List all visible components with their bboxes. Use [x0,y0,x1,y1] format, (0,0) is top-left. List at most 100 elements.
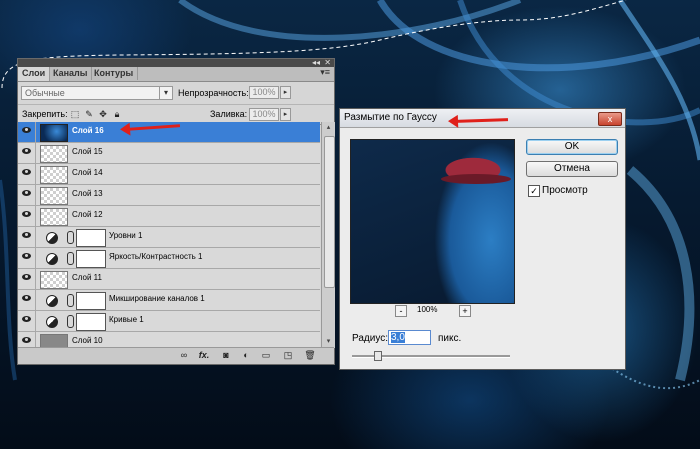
eye-icon[interactable] [18,248,36,268]
opacity-field[interactable]: 100% [249,86,279,99]
layer-mask-thumbnail[interactable] [76,229,106,247]
layer-name: Кривые 1 [109,315,144,324]
fill-slider-button[interactable]: ▸ [280,108,291,121]
blend-mode-value: Обычные [25,88,65,98]
scroll-thumb[interactable] [324,136,335,288]
layer-list: Слой 16 Слой 15 Слой 14 Слой 13 Слой 12 Уровн… [18,122,320,348]
layer-name: Уровни 1 [109,231,143,240]
layer-row[interactable]: Слой 12 [18,206,320,227]
scroll-down-icon[interactable]: ▾ [323,337,334,347]
tab-channels[interactable]: Каналы [49,67,93,80]
lock-transparency-icon[interactable]: ⬚ [70,109,80,119]
chain-link-icon[interactable] [67,252,74,265]
eye-icon[interactable] [18,332,36,348]
opacity-slider-button[interactable]: ▸ [280,86,291,99]
close-button[interactable]: x [598,112,622,126]
layer-row[interactable]: Слой 15 [18,143,320,164]
adjustment-layer-icon [46,295,58,307]
adjustment-layer-icon [46,253,58,265]
layer-row[interactable]: Уровни 1 [18,227,320,248]
zoom-in-button[interactable]: + [459,305,471,317]
tab-layers[interactable]: Слои [18,67,51,81]
layer-row[interactable]: Яркость/Контрастность 1 [18,248,320,269]
layer-thumbnail[interactable] [40,271,68,289]
layers-panel: ◂◂ ✕ Слои Каналы Контуры ▾≡ Обычные ▾ Не… [17,58,335,365]
blend-mode-select[interactable]: Обычные ▾ [21,86,173,100]
fx-icon[interactable]: fx. [198,350,210,360]
lock-image-icon[interactable]: ✎ [84,109,94,119]
trash-icon[interactable]: 🗑︎ [304,350,316,361]
eye-icon[interactable] [18,269,36,289]
layer-name: Слой 13 [72,189,103,198]
eye-icon[interactable] [18,122,36,142]
zoom-control: - 100% + [395,305,475,317]
layers-bottom-bar: ∞ fx. ◙ ◐ ▭ ◳ 🗑︎ [18,347,334,364]
layer-thumbnail[interactable] [40,208,68,226]
layer-name: Яркость/Контрастность 1 [109,252,203,261]
collapse-icon[interactable]: ◂◂ [312,58,320,67]
layer-name: Слой 11 [72,273,102,282]
tab-paths[interactable]: Контуры [90,67,139,80]
layer-row[interactable]: Кривые 1 [18,311,320,332]
gaussian-blur-dialog: Размытие по Гауссу x - 100% + OK Отмена … [339,108,626,370]
fill-label: Заливка: [210,109,248,119]
zoom-out-button[interactable]: - [395,305,407,317]
layer-row[interactable]: Слой 14 [18,164,320,185]
layer-mask-thumbnail[interactable] [76,250,106,268]
chain-link-icon[interactable] [67,294,74,307]
layer-name: Слой 10 [72,336,103,345]
lock-position-icon[interactable]: ✥ [98,109,108,119]
layer-thumbnail[interactable] [40,334,68,348]
layer-thumbnail[interactable] [40,124,68,142]
adjustment-layer-icon [46,232,58,244]
opacity-label: Непрозрачность: [178,88,249,98]
folder-icon[interactable]: ▭ [260,350,272,361]
radius-label: Радиус: [352,333,388,344]
fill-field[interactable]: 100% [249,108,279,121]
layer-row[interactable]: Слой 11 [18,269,320,290]
dialog-title: Размытие по Гауссу [344,112,437,123]
ok-button[interactable]: OK [526,139,618,155]
layer-row[interactable]: Микширование каналов 1 [18,290,320,311]
radius-unit: пикс. [438,333,462,344]
layers-scrollbar[interactable]: ▴ ▾ [321,122,335,348]
layer-name: Слой 12 [72,210,103,219]
zoom-value: 100% [417,305,438,314]
preview-checkbox[interactable]: ✓ [528,185,540,197]
eye-icon[interactable] [18,185,36,205]
eye-icon[interactable] [18,311,36,331]
eye-icon[interactable] [18,206,36,226]
layer-thumbnail[interactable] [40,166,68,184]
mask-icon[interactable]: ◙ [220,350,232,360]
chevron-down-icon: ▾ [159,87,172,99]
chain-link-icon[interactable] [67,315,74,328]
layer-mask-thumbnail[interactable] [76,292,106,310]
scroll-up-icon[interactable]: ▴ [323,123,334,133]
layer-thumbnail[interactable] [40,187,68,205]
new-layer-icon[interactable]: ◳ [282,350,294,361]
layer-thumbnail[interactable] [40,145,68,163]
cancel-button[interactable]: Отмена [526,161,618,177]
eye-icon[interactable] [18,143,36,163]
layer-name: Микширование каналов 1 [109,294,205,303]
layer-name: Слой 15 [72,147,103,156]
radius-slider[interactable] [352,351,510,361]
layer-row[interactable]: Слой 13 [18,185,320,206]
layer-name: Слой 16 [72,126,104,135]
eye-icon[interactable] [18,164,36,184]
layer-mask-thumbnail[interactable] [76,313,106,331]
lock-all-icon[interactable]: 🔒︎ [112,109,122,119]
close-icon[interactable]: ✕ [324,58,331,67]
radius-input[interactable]: 3,0 [388,330,431,345]
preview-image[interactable] [350,139,515,304]
layer-row[interactable]: Слой 10 [18,332,320,348]
eye-icon[interactable] [18,227,36,247]
layer-name: Слой 14 [72,168,103,177]
link-icon[interactable]: ∞ [178,350,190,360]
eye-icon[interactable] [18,290,36,310]
chain-link-icon[interactable] [67,231,74,244]
radius-slider-knob[interactable] [374,351,382,361]
panel-menu-icon[interactable]: ▾≡ [320,67,330,78]
preview-checkbox-label: Просмотр [542,185,588,196]
adjustment-icon[interactable]: ◐ [240,350,252,360]
